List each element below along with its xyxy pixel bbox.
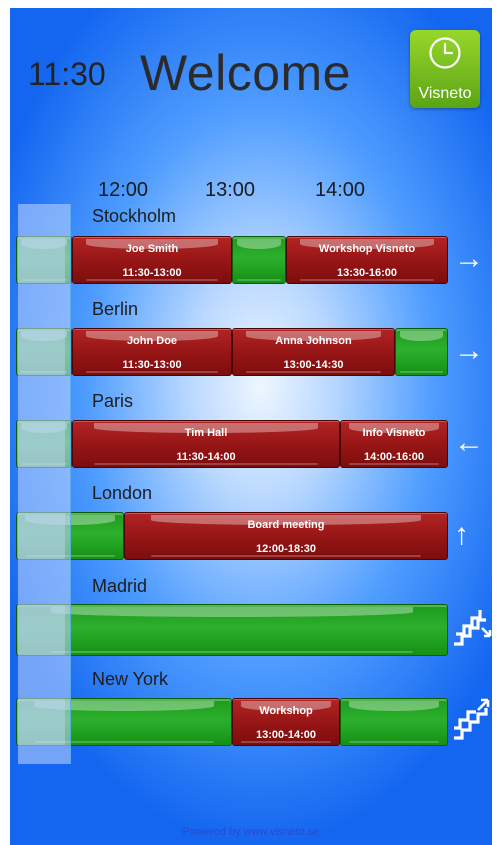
arrow-left-icon: ← (454, 426, 484, 459)
room-name-berlin: Berlin (92, 299, 139, 319)
booking-name: Joe Smith (125, 243, 179, 255)
current-time-indicator (18, 204, 71, 764)
booking-time: 11:30-14:00 (176, 451, 236, 463)
room-row-new-york[interactable]: Workshop 13:00-14:00 (16, 698, 448, 746)
booking-slot[interactable]: John Doe 11:30-13:00 (72, 328, 232, 376)
room-name-stockholm: Stockholm (92, 206, 177, 226)
booking-name: Workshop (259, 705, 313, 717)
current-time: 11:30 (28, 56, 106, 92)
arrow-right-icon: → (454, 242, 484, 275)
booking-time: 13:00-14:00 (256, 729, 316, 741)
logo-label: Visneto (418, 85, 472, 102)
booking-name: Info Visneto (362, 427, 426, 439)
stairs-up-icon (454, 698, 490, 740)
booking-slot[interactable]: Board meeting 12:00-18:30 (124, 512, 448, 560)
booking-name: Workshop Visneto (318, 243, 416, 255)
room-name-madrid: Madrid (92, 576, 148, 596)
visneto-logo: Visneto (410, 30, 480, 108)
room-row-berlin[interactable]: John Doe 11:30-13:00 Anna Johnson 13:00-… (16, 328, 448, 376)
booking-time: 11:30-13:00 (122, 267, 182, 279)
arrow-up-icon: ↑ (454, 518, 469, 551)
booking-name: Tim Hall (184, 427, 228, 439)
booking-time: 12:00-18:30 (256, 543, 316, 555)
booking-time: 13:30-16:00 (337, 267, 397, 279)
room-name-paris: Paris (92, 391, 134, 411)
room-row-stockholm[interactable]: Joe Smith 11:30-13:00 Workshop Visneto 1… (16, 236, 448, 284)
free-slot[interactable] (16, 604, 448, 656)
booking-slot[interactable]: Joe Smith 11:30-13:00 (72, 236, 232, 284)
room-row-london[interactable]: Board meeting 12:00-18:30 (16, 512, 448, 560)
free-slot[interactable] (395, 328, 448, 376)
booking-name: Anna Johnson (275, 335, 352, 347)
hour-label: 13:00 (205, 179, 256, 201)
room-row-paris[interactable]: Tim Hall 11:30-14:00 Info Visneto 14:00-… (16, 420, 448, 468)
hour-label: 14:00 (315, 179, 366, 201)
hour-label: 12:00 (98, 179, 149, 201)
booking-slot[interactable]: Workshop Visneto 13:30-16:00 (286, 236, 448, 284)
free-slot[interactable] (340, 698, 448, 746)
page-title: Welcome (140, 45, 351, 101)
arrow-right-icon: → (454, 334, 484, 367)
booking-slot[interactable]: Info Visneto 14:00-16:00 (340, 420, 448, 468)
clock-icon (429, 37, 461, 69)
room-name-new-york: New York (92, 669, 169, 689)
booking-time: 13:00-14:30 (283, 359, 344, 371)
room-row-madrid[interactable] (16, 604, 448, 656)
booking-screen: 11:30 Welcome Visneto 12:00 13:00 14:00 … (10, 8, 492, 845)
booking-slot[interactable]: Workshop 13:00-14:00 (232, 698, 340, 746)
booking-time: 11:30-13:00 (122, 359, 182, 371)
booking-slot[interactable]: Tim Hall 11:30-14:00 (72, 420, 340, 468)
room-name-london: London (92, 483, 153, 503)
stairs-down-icon (454, 610, 492, 646)
booking-name: Board meeting (247, 519, 325, 531)
booking-name: John Doe (126, 335, 178, 347)
booking-slot[interactable]: Anna Johnson 13:00-14:30 (232, 328, 395, 376)
booking-time: 14:00-16:00 (364, 451, 424, 463)
free-slot[interactable] (232, 236, 286, 284)
footer-credit[interactable]: Powered by www.visneto.se (10, 826, 492, 838)
